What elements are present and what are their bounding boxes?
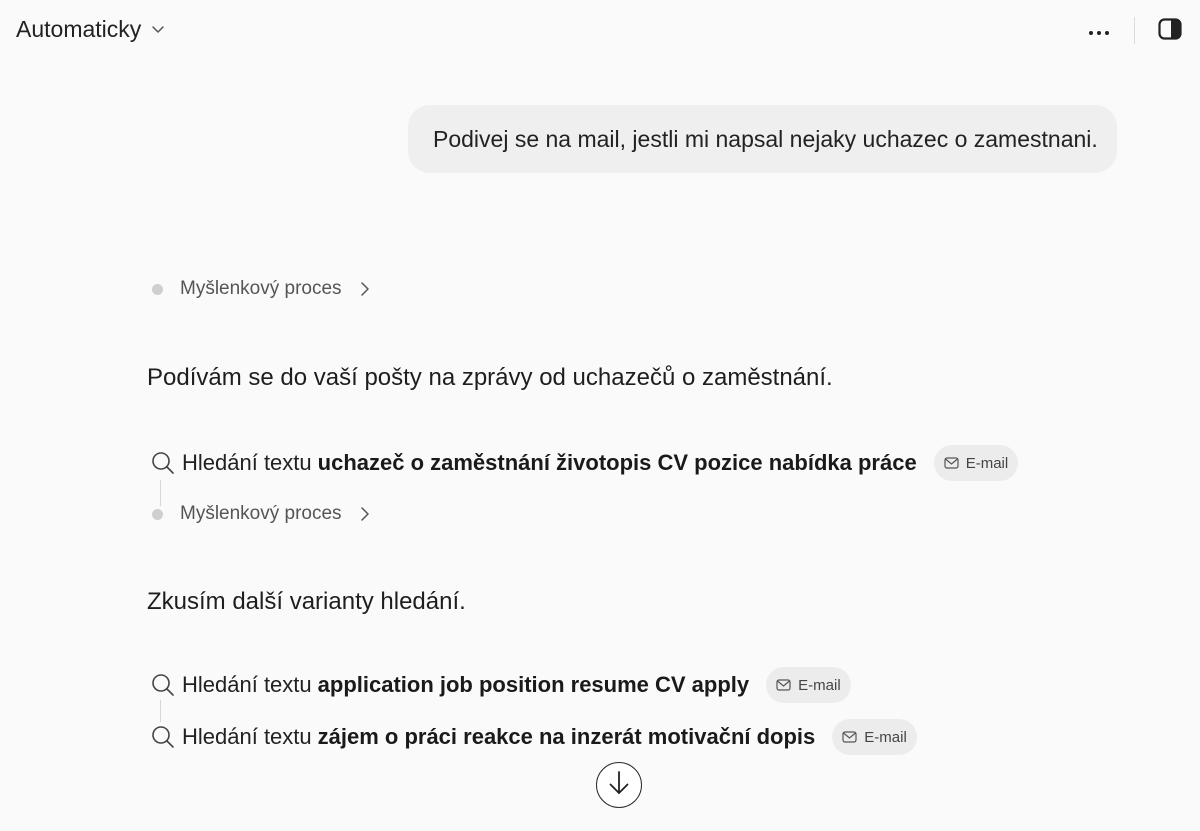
thought-dot-icon xyxy=(152,508,163,520)
search-icon xyxy=(150,450,176,476)
arrow-down-icon xyxy=(608,770,630,801)
search-step: Hledání textu application job position r… xyxy=(150,666,851,704)
header: Automaticky xyxy=(0,0,1200,64)
email-chip-label: E-mail xyxy=(965,454,1009,472)
email-source-chip[interactable]: E-mail xyxy=(832,719,917,755)
mode-selector[interactable]: Automaticky xyxy=(16,16,165,43)
email-chip-label: E-mail xyxy=(864,728,907,746)
ellipsis-icon xyxy=(1088,23,1110,41)
header-divider xyxy=(1134,17,1135,44)
search-query: application job position resume CV apply xyxy=(317,672,750,697)
search-query: zájem o práci reakce na inzerát motivačn… xyxy=(317,724,816,749)
user-message-bubble: Podivej se na mail, jestli mi napsal nej… xyxy=(408,105,1117,173)
search-query: uchazeč o zaměstnání životopis CV pozice… xyxy=(317,450,917,475)
assistant-message: Podívám se do vaší pošty na zprávy od uc… xyxy=(147,364,833,391)
mail-icon xyxy=(776,679,791,691)
search-icon xyxy=(150,672,176,698)
more-options-button[interactable] xyxy=(1083,18,1115,46)
chevron-right-icon xyxy=(360,281,370,297)
sidebar-panel-icon xyxy=(1158,17,1182,45)
mode-label: Automaticky xyxy=(16,16,142,42)
search-prefix: Hledání textu xyxy=(182,672,312,697)
scroll-to-bottom-button[interactable] xyxy=(596,762,642,808)
search-prefix: Hledání textu xyxy=(182,450,312,475)
assistant-message: Zkusím další varianty hledání. xyxy=(147,588,466,615)
email-source-chip[interactable]: E-mail xyxy=(933,445,1019,481)
mail-icon xyxy=(842,731,857,743)
thought-process-label: Myšlenkový proces xyxy=(180,278,342,299)
email-chip-label: E-mail xyxy=(798,676,841,694)
thought-process-label: Myšlenkový proces xyxy=(180,503,342,524)
user-message-text: Podivej se na mail, jestli mi napsal nej… xyxy=(433,125,1098,152)
thought-process-toggle[interactable]: Myšlenkový proces xyxy=(152,503,370,525)
chat-app: Automaticky Podivej se na mail, jestli m… xyxy=(0,0,1200,831)
search-step: Hledání textu zájem o práci reakce na in… xyxy=(150,718,917,756)
email-source-chip[interactable]: E-mail xyxy=(766,667,851,703)
chevron-right-icon xyxy=(360,506,370,522)
thought-process-toggle[interactable]: Myšlenkový proces xyxy=(152,278,370,300)
search-step: Hledání textu uchazeč o zaměstnání život… xyxy=(150,444,1019,482)
thought-dot-icon xyxy=(152,283,163,295)
mail-icon xyxy=(944,457,959,469)
toggle-panel-button[interactable] xyxy=(1155,16,1185,46)
search-prefix: Hledání textu xyxy=(182,724,312,749)
chevron-down-icon xyxy=(151,25,165,34)
search-icon xyxy=(150,724,176,750)
